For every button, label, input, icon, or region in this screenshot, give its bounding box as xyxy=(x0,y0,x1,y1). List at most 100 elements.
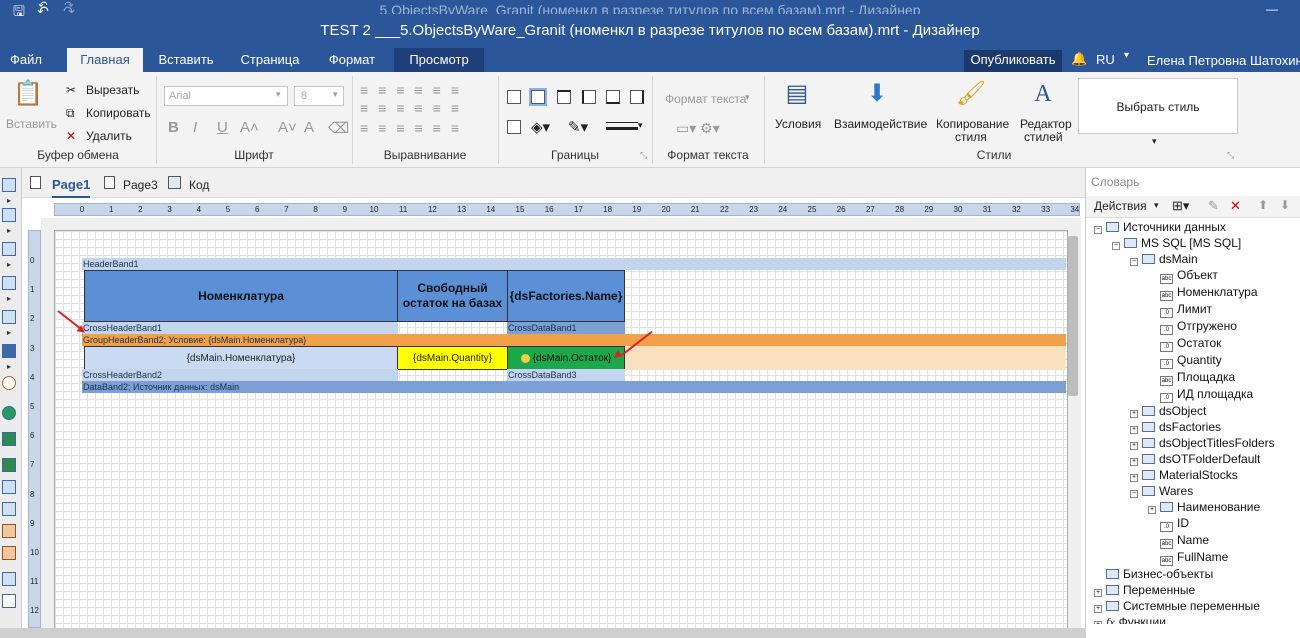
text-format-icon[interactable]: ▭▾ ⚙▾ xyxy=(676,120,720,137)
new-item-icon[interactable]: ⊞▾ xyxy=(1172,198,1189,214)
border-bottom-icon[interactable] xyxy=(606,90,620,104)
arrow-down-icon[interactable]: ⬇ xyxy=(860,78,894,110)
vertical-scrollbar[interactable] xyxy=(1068,236,1078,396)
font-color-icon[interactable]: A xyxy=(304,119,314,136)
tree-item[interactable]: .0 Quantity xyxy=(1094,352,1298,369)
cross-header-band-1[interactable]: CrossHeaderBand1 xyxy=(82,322,398,334)
expand-arrow-icon[interactable]: ▸ xyxy=(7,226,11,235)
copy-button[interactable]: Копировать xyxy=(86,106,151,120)
window-controls[interactable]: — xyxy=(1266,2,1292,16)
tool-gauge-icon[interactable] xyxy=(2,376,16,390)
tool-image-icon[interactable] xyxy=(2,524,16,538)
font-shrink-icon[interactable]: A˅ xyxy=(278,119,297,136)
choose-style-gallery[interactable]: Выбрать стиль xyxy=(1078,78,1238,134)
delete-icon[interactable]: ✕ xyxy=(66,129,76,143)
tree-item[interactable]: − MS SQL [MS SQL] xyxy=(1094,235,1298,251)
eraser-icon[interactable]: ⌫ xyxy=(328,119,349,137)
brush-icon[interactable]: 🖌 xyxy=(954,78,988,110)
text-format-button[interactable]: Формат текста xyxy=(665,92,746,106)
bell-icon[interactable]: 🔔 xyxy=(1071,51,1087,67)
free-stock-header-cell[interactable]: Свободный остаток на базах xyxy=(397,270,508,322)
cut-button[interactable]: Вырезать xyxy=(86,83,139,97)
tree-item[interactable]: abc Площадка xyxy=(1094,369,1298,386)
border-left-icon[interactable] xyxy=(582,90,596,104)
tree-item[interactable]: + fxФункции xyxy=(1094,614,1298,624)
actions-button[interactable]: Действия xyxy=(1094,199,1147,213)
redo-top-icon[interactable]: ↷ xyxy=(60,0,78,15)
expand-arrow-icon[interactable]: ▸ xyxy=(7,362,11,371)
tree-item[interactable]: − Источники данных xyxy=(1094,219,1298,235)
copy-style-button[interactable]: Копирование xyxy=(936,117,1009,131)
tree-item[interactable]: abc Name xyxy=(1094,532,1298,549)
tree-item[interactable]: .0 ИД площадка xyxy=(1094,386,1298,403)
tool-cross-table-icon[interactable] xyxy=(2,458,16,472)
copy-icon[interactable]: ⧉ xyxy=(66,106,75,121)
italic-icon[interactable]: I xyxy=(193,119,197,136)
tree-item[interactable]: + dsObjectTitlesFolders xyxy=(1094,435,1298,451)
expand-icon[interactable]: + xyxy=(1094,621,1102,624)
factories-name-cell[interactable]: {dsFactories.Name} xyxy=(507,270,625,322)
font-name-select[interactable]: Arial xyxy=(164,86,288,106)
tab-insert[interactable]: Вставить xyxy=(148,48,224,72)
expand-icon[interactable]: + xyxy=(1094,605,1102,613)
border-none-icon[interactable] xyxy=(507,120,521,134)
border-top-icon[interactable] xyxy=(557,90,571,104)
tool-label-icon[interactable] xyxy=(2,546,16,560)
tab-page[interactable]: Страница xyxy=(230,48,310,72)
tree-item[interactable]: − Wares xyxy=(1094,483,1298,499)
tool-table-icon[interactable] xyxy=(2,432,16,446)
collapse-icon[interactable]: − xyxy=(1094,226,1102,234)
border-outline-icon[interactable] xyxy=(529,88,547,106)
style-editor-icon[interactable]: A xyxy=(1026,78,1060,110)
tool-report-icon[interactable] xyxy=(2,178,16,192)
expand-icon[interactable]: + xyxy=(1130,410,1138,418)
style-editor-button-2[interactable]: стилей xyxy=(1024,130,1063,144)
collapse-icon[interactable]: − xyxy=(1130,258,1138,266)
expand-icon[interactable]: + xyxy=(1130,442,1138,450)
tool-text-icon[interactable] xyxy=(2,480,16,494)
copy-style-button-2[interactable]: стиля xyxy=(955,130,987,144)
tool-band-icon[interactable] xyxy=(2,242,16,256)
tab-file[interactable]: Файл xyxy=(0,48,52,72)
delete-button[interactable]: Удалить xyxy=(86,129,132,143)
tool-shape-icon[interactable] xyxy=(2,594,16,608)
tool-cross-band-icon[interactable] xyxy=(2,276,16,290)
expand-arrow-icon[interactable]: ▸ xyxy=(7,294,11,303)
user-name[interactable]: Елена Петровна Шатохин xyxy=(1147,53,1300,68)
tab-page1[interactable]: Page1 xyxy=(52,177,90,192)
undo-top-icon[interactable]: ↶ xyxy=(34,0,52,15)
scissors-icon[interactable]: ✂ xyxy=(66,83,76,97)
tree-item[interactable]: abc Объект xyxy=(1094,267,1298,284)
tab-format[interactable]: Формат xyxy=(316,48,388,72)
tree-item[interactable]: .0 Лимит xyxy=(1094,301,1298,318)
cross-header-band-2[interactable]: CrossHeaderBand2 xyxy=(82,369,398,381)
tree-item[interactable]: Бизнес-объекты xyxy=(1094,566,1298,582)
cross-data-band-1[interactable]: CrossDataBand1 xyxy=(507,322,625,334)
border-right-icon[interactable] xyxy=(630,90,644,104)
tree-item[interactable]: abc Номенклатура xyxy=(1094,284,1298,301)
paste-icon[interactable]: 📋 xyxy=(11,78,45,110)
border-all-icon[interactable] xyxy=(507,90,521,104)
border-style-icon[interactable] xyxy=(606,122,638,130)
align-vertical-icon[interactable]: ≡≡≡≡≡≡ xyxy=(360,100,469,116)
conditions-button[interactable]: Условия xyxy=(775,117,821,131)
border-color-icon[interactable]: ✎▾ xyxy=(568,118,588,136)
underline-icon[interactable]: U xyxy=(217,119,228,136)
tree-item[interactable]: + dsOTFolderDefault xyxy=(1094,451,1298,467)
tab-home[interactable]: Главная xyxy=(67,48,143,72)
styles-dialog-icon[interactable]: ⤡ xyxy=(1227,150,1234,161)
header-band[interactable]: HeaderBand1 xyxy=(82,258,1066,270)
tree-item[interactable]: + Наименование xyxy=(1094,499,1298,515)
font-grow-icon[interactable]: A˄ xyxy=(240,119,259,136)
bold-icon[interactable]: B xyxy=(168,119,179,136)
tree-item[interactable]: + Системные переменные xyxy=(1094,598,1298,614)
expand-arrow-icon[interactable]: ▸ xyxy=(7,196,11,205)
expand-arrow-icon[interactable]: ▸ xyxy=(7,260,11,269)
align-lines-icon[interactable]: ≡≡≡≡≡≡ xyxy=(360,82,469,98)
chevron-down-icon[interactable]: ▾ xyxy=(1152,136,1157,147)
tree-item[interactable]: .0 Остаток xyxy=(1094,335,1298,352)
style-editor-button[interactable]: Редактор xyxy=(1020,117,1072,131)
tree-item[interactable]: + Переменные xyxy=(1094,582,1298,598)
language-selector[interactable]: RU xyxy=(1096,52,1115,67)
collapse-icon[interactable]: − xyxy=(1112,242,1120,250)
